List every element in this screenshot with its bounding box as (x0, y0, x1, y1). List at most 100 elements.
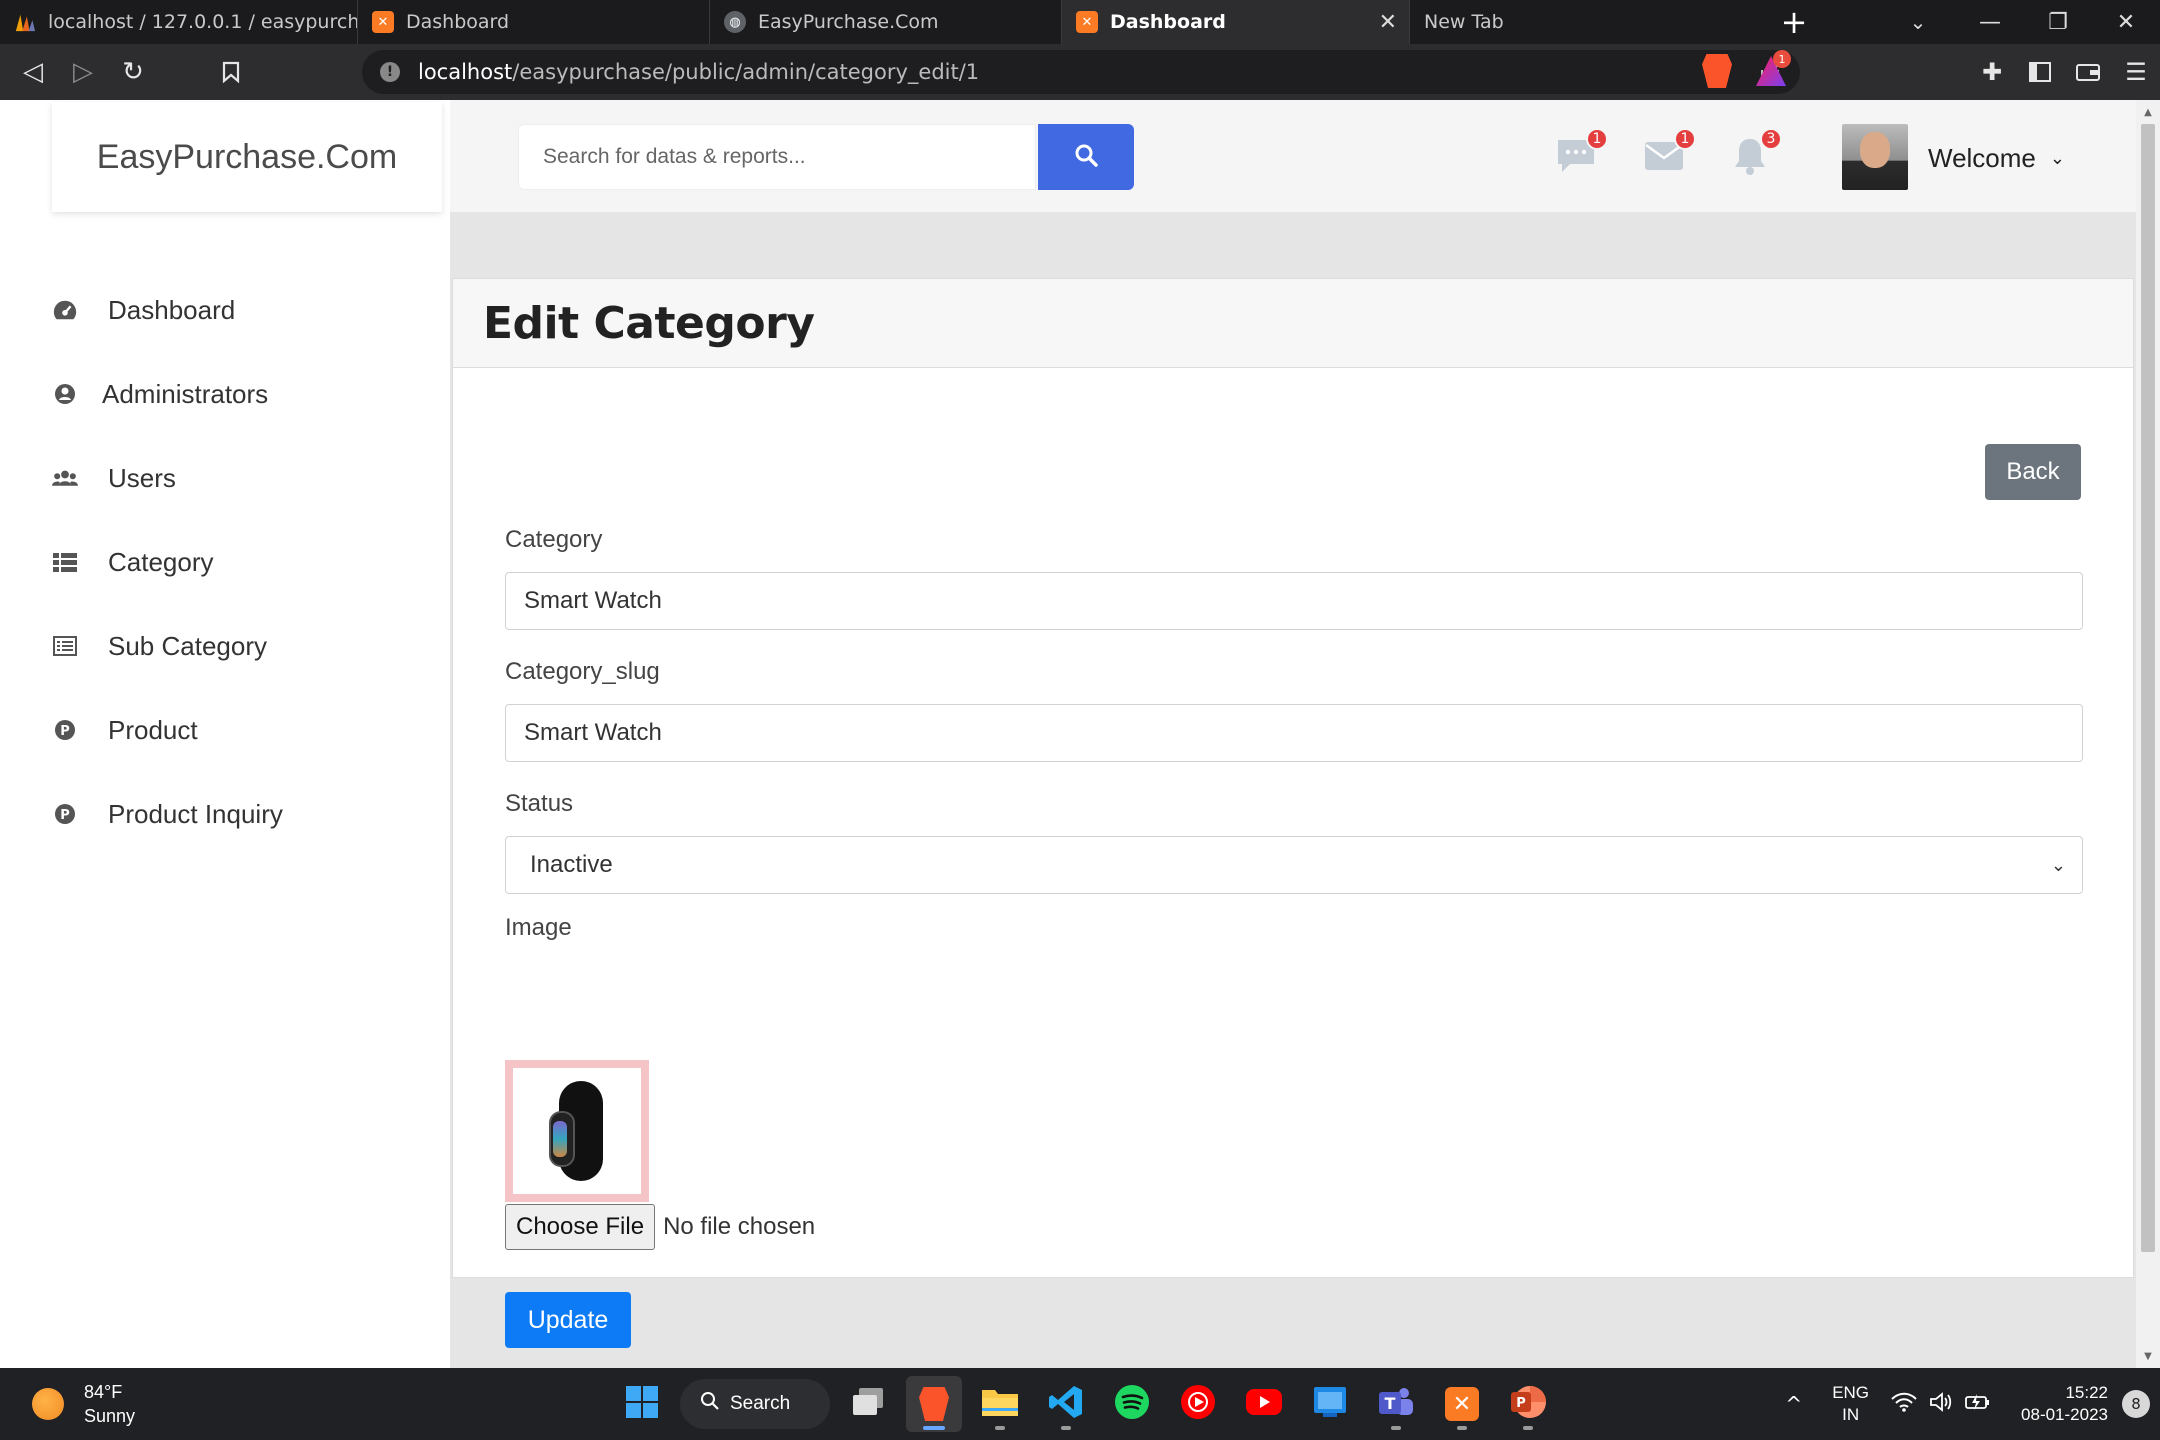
sun-icon (32, 1388, 64, 1420)
taskbar-youtube-music[interactable] (1170, 1376, 1226, 1432)
wallet-icon[interactable] (2064, 48, 2112, 96)
browser-tab-label: New Tab (1424, 11, 1504, 33)
taskbar-xampp[interactable]: ✕ (1434, 1376, 1490, 1432)
browser-tab-dashboard-active[interactable]: ✕ Dashboard ✕ (1062, 0, 1410, 44)
taskbar-youtube[interactable] (1236, 1376, 1292, 1432)
task-view-button[interactable] (840, 1376, 896, 1432)
close-tab-icon[interactable]: ✕ (1379, 10, 1397, 35)
chevron-down-icon: ⌄ (2049, 147, 2065, 168)
taskbar-file-explorer[interactable] (972, 1376, 1028, 1432)
brave-rewards-badge: 1 (1773, 50, 1791, 68)
browser-toolbar: ◁ ▷ ↻ ! localhost /easypurchase/public/a… (0, 44, 2160, 100)
window-controls: — ❐ ✕ (1956, 0, 2160, 44)
reload-icon[interactable]: ↻ (108, 47, 158, 97)
taskbar-brave[interactable] (906, 1376, 962, 1432)
status-label: Status (505, 790, 574, 817)
search-input[interactable]: Search for datas & reports... (518, 124, 1036, 190)
sidebar-item-label: Dashboard (108, 294, 236, 325)
extensions-icon[interactable]: ✚ (1968, 48, 2016, 96)
minimize-icon[interactable]: — (1956, 0, 2024, 44)
taskbar-store-app[interactable] (1302, 1376, 1358, 1432)
volume-icon[interactable] (1929, 1392, 1953, 1416)
image-label: Image (505, 914, 572, 941)
sidebar-item-product[interactable]: P Product (0, 688, 450, 772)
browser-toolbar-right: ✚ ☰ (1968, 44, 2160, 100)
user-menu[interactable]: Welcome ⌄ (1928, 136, 2065, 180)
youtube-music-icon (1180, 1384, 1216, 1424)
category-slug-input[interactable]: Smart Watch (505, 704, 2083, 762)
mail-button[interactable]: 1 (1642, 128, 1696, 180)
clock[interactable]: 15:22 08-01-2023 (2021, 1382, 2108, 1426)
scrollbar-thumb[interactable] (2141, 124, 2155, 1252)
sidebar-item-label: Product (108, 714, 198, 745)
address-bar[interactable]: ! localhost /easypurchase/public/admin/c… (362, 50, 1800, 94)
xampp-icon: ✕ (1445, 1387, 1479, 1421)
avatar[interactable] (1842, 124, 1908, 190)
status-select[interactable]: Inactive ⌄ (505, 836, 2083, 894)
menu-icon[interactable]: ☰ (2112, 48, 2160, 96)
taskbar-teams[interactable]: T (1368, 1376, 1424, 1432)
sidebar-item-sub-category[interactable]: Sub Category (0, 604, 450, 688)
taskbar-vscode[interactable] (1038, 1376, 1094, 1432)
messages-button[interactable]: 1 (1554, 128, 1608, 180)
sidebar-item-product-inquiry[interactable]: P Product Inquiry (0, 772, 450, 856)
update-button[interactable]: Update (505, 1292, 631, 1348)
sidebar-item-label: Category (108, 546, 214, 577)
browser-tab-phpmyadmin[interactable]: localhost / 127.0.0.1 / easypurchase / (0, 0, 358, 44)
url-host: localhost (418, 60, 513, 84)
browser-tab-easypurchase[interactable]: ◍ EasyPurchase.Com (710, 0, 1062, 44)
url-path: /easypurchase/public/admin/category_edit… (512, 60, 980, 84)
chevron-down-icon[interactable]: ⌄ (1896, 0, 1940, 44)
site-info-icon[interactable]: ! (380, 62, 400, 82)
page-scrollbar[interactable]: ▲ ▼ (2136, 100, 2160, 1368)
folder-icon (981, 1386, 1019, 1422)
search-button[interactable] (1038, 124, 1134, 190)
sidebar-item-administrators[interactable]: Administrators (0, 352, 450, 436)
category-input[interactable]: Smart Watch (505, 572, 2083, 630)
taskbar-spotify[interactable] (1104, 1376, 1160, 1432)
scroll-down-icon[interactable]: ▼ (2136, 1346, 2160, 1366)
taskbar-search[interactable]: Search (680, 1379, 830, 1429)
choose-file-button[interactable]: Choose File (505, 1204, 656, 1250)
new-tab-icon[interactable]: + (1772, 0, 1816, 44)
browser-tab-dashboard-1[interactable]: ✕ Dashboard (358, 0, 710, 44)
sidebar-toggle-icon[interactable] (2016, 48, 2064, 96)
battery-charging-icon[interactable] (1965, 1392, 1991, 1416)
sidebar-item-label: Sub Category (108, 630, 267, 661)
restore-icon[interactable]: ❐ (2024, 0, 2092, 44)
scroll-up-icon[interactable]: ▲ (2136, 102, 2160, 122)
weather-widget[interactable]: 84°F Sunny (32, 1380, 135, 1428)
messages-badge: 1 (1586, 128, 1608, 150)
tachometer-icon (52, 297, 78, 323)
back-button[interactable]: Back (1985, 444, 2081, 500)
sidebar-item-category[interactable]: Category (0, 520, 450, 604)
forward-arrow-icon[interactable]: ▷ (58, 47, 108, 97)
bookmark-icon[interactable] (206, 47, 256, 97)
language-region: IN (1842, 1405, 1860, 1424)
clock-time: 15:22 (2065, 1383, 2108, 1402)
sidebar-item-users[interactable]: Users (0, 436, 450, 520)
browser-tab-new-tab[interactable]: New Tab (1410, 0, 1760, 44)
top-header: Search for datas & reports... 1 1 3 Welc… (450, 100, 2136, 212)
wifi-icon[interactable] (1891, 1392, 1917, 1416)
notifications-button[interactable]: 3 (1728, 128, 1782, 180)
taskbar-powerpoint[interactable]: P (1500, 1376, 1556, 1432)
back-arrow-icon[interactable]: ◁ (8, 47, 58, 97)
sidebar-item-label: Users (108, 462, 176, 493)
file-status-text: No file chosen (663, 1213, 816, 1240)
chevron-up-icon[interactable]: ^ (1785, 1392, 1802, 1416)
globe-icon: ◍ (724, 11, 746, 33)
svg-text:P: P (1516, 1396, 1526, 1411)
svg-text:T: T (1385, 1394, 1396, 1413)
close-window-icon[interactable]: ✕ (2092, 0, 2160, 44)
start-button[interactable] (614, 1376, 670, 1432)
brand-logo[interactable]: EasyPurchase.Com (52, 102, 442, 212)
teams-icon: T (1377, 1385, 1415, 1423)
user-circle-icon (52, 381, 78, 407)
taskbar-apps: Search T ✕ P (614, 1376, 1566, 1432)
task-view-icon (851, 1387, 885, 1421)
sidebar-item-label: Administrators (102, 378, 269, 409)
notification-count-badge[interactable]: 8 (2122, 1390, 2150, 1418)
language-indicator[interactable]: ENG IN (1832, 1382, 1869, 1426)
sidebar-item-dashboard[interactable]: Dashboard (0, 268, 450, 352)
